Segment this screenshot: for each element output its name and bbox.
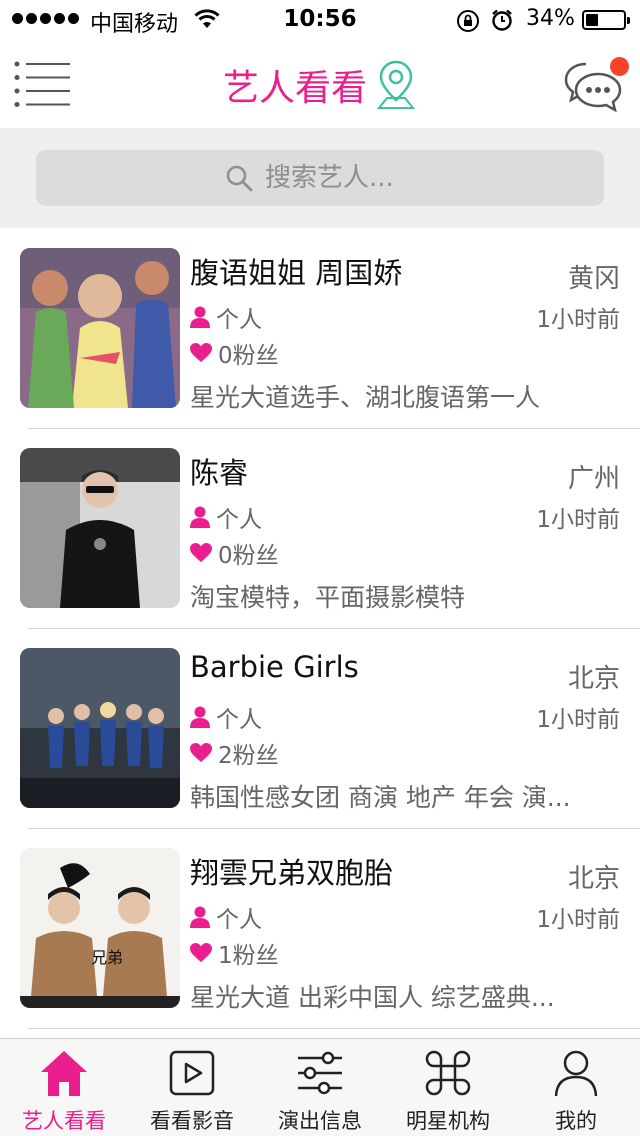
artist-type-label: 个人 (216, 707, 262, 733)
artist-description: 星光大道 出彩中国人 综艺盛典... (190, 983, 555, 1012)
artist-city: 黄冈 (567, 264, 620, 294)
tab-artists[interactable]: 艺人看看 (0, 1039, 128, 1136)
artist-type-label: 个人 (216, 507, 262, 533)
battery-icon (582, 10, 630, 30)
artist-fans-count: 0粉丝 (218, 543, 279, 569)
artist-type-label: 个人 (216, 307, 262, 333)
navigation-bar: 艺人看看 (0, 40, 640, 128)
artist-updated-time: 1小时前 (536, 507, 620, 533)
artist-list-item[interactable]: 腹语姐姐 周国娇 黄冈 个人 1小时前 0粉丝 星光大道选手、湖北腹语第一人 (0, 228, 640, 429)
artist-type: 个人 (190, 500, 262, 534)
artist-type: 个人 (190, 700, 262, 734)
tab-agencies[interactable]: 明星机构 (384, 1039, 512, 1136)
artist-name: Barbie Girls (190, 650, 359, 684)
person-icon (190, 906, 210, 928)
command-icon (425, 1050, 471, 1096)
heart-icon (190, 743, 212, 762)
play-icon (169, 1050, 215, 1096)
person-icon (190, 306, 210, 328)
artist-city: 广州 (567, 464, 620, 494)
tab-media[interactable]: 看看影音 (128, 1039, 256, 1136)
artist-thumbnail: 兄弟 (20, 848, 180, 1008)
heart-icon (190, 943, 212, 962)
artist-name: 陈睿 (190, 456, 249, 490)
user-icon (554, 1050, 598, 1097)
artist-name: 腹语姐姐 周国娇 (190, 256, 403, 290)
artist-fans: 0粉丝 (190, 536, 279, 570)
tab-label: 看看影音 (150, 1109, 234, 1133)
artist-thumbnail (20, 648, 180, 808)
home-icon (41, 1051, 87, 1096)
divider (28, 1028, 640, 1029)
person-icon (190, 506, 210, 528)
page-title: 艺人看看 (222, 68, 367, 109)
search-bar[interactable] (36, 150, 604, 206)
alarm-clock-icon (492, 9, 512, 31)
notification-badge (610, 57, 629, 76)
artist-type: 个人 (190, 300, 262, 334)
person-icon (190, 706, 210, 728)
artist-thumbnail (20, 248, 180, 408)
artist-fans-count: 0粉丝 (218, 343, 279, 369)
search-area (0, 128, 640, 228)
tab-bar: 艺人看看 看看影音 演出信息 明星机构 我的 (0, 1038, 640, 1136)
tab-profile[interactable]: 我的 (512, 1039, 640, 1136)
artist-list-item[interactable]: Barbie Girls 北京 个人 1小时前 2粉丝 韩国性感女团 商演 地产… (0, 628, 640, 829)
artist-list-item[interactable]: 陈睿 广州 个人 1小时前 0粉丝 淘宝模特，平面摄影模特 (0, 428, 640, 629)
artist-updated-time: 1小时前 (536, 307, 620, 333)
artist-type: 个人 (190, 900, 262, 934)
artist-fans: 0粉丝 (190, 336, 279, 370)
sliders-icon (298, 1051, 342, 1095)
artist-description: 星光大道选手、湖北腹语第一人 (190, 383, 541, 412)
artist-fans-count: 2粉丝 (218, 743, 279, 769)
nav-title-group: 艺人看看 (0, 58, 640, 112)
artist-description: 淘宝模特，平面摄影模特 (190, 583, 466, 612)
artist-fans-count: 1粉丝 (218, 943, 279, 969)
search-input[interactable] (265, 163, 415, 193)
heart-icon (190, 543, 212, 562)
artist-list-item[interactable]: 兄弟 翔雲兄弟双胞胎 北京 个人 1小时前 1粉丝 星光大道 出彩中国人 综艺盛… (0, 828, 640, 1029)
artist-list: 腹语姐姐 周国娇 黄冈 个人 1小时前 0粉丝 星光大道选手、湖北腹语第一人 陈… (0, 228, 640, 1029)
thumbnail-caption: 兄弟 (91, 948, 124, 967)
location-pin-icon[interactable] (375, 58, 417, 112)
rotation-lock-icon (457, 10, 479, 32)
tab-label: 明星机构 (406, 1109, 490, 1133)
tab-shows[interactable]: 演出信息 (256, 1039, 384, 1136)
heart-icon (190, 343, 212, 362)
tab-label: 演出信息 (278, 1109, 362, 1133)
artist-city: 北京 (567, 664, 620, 694)
status-bar: 中国移动 10:56 34% (0, 0, 640, 40)
artist-description: 韩国性感女团 商演 地产 年会 演... (190, 783, 571, 812)
search-icon (226, 165, 253, 192)
artist-thumbnail (20, 448, 180, 608)
artist-type-label: 个人 (216, 907, 262, 933)
artist-city: 北京 (567, 864, 620, 894)
artist-fans: 1粉丝 (190, 936, 279, 970)
battery-percent: 34% (526, 6, 575, 31)
artist-fans: 2粉丝 (190, 736, 279, 770)
artist-name: 翔雲兄弟双胞胎 (190, 856, 394, 890)
tab-label: 艺人看看 (22, 1109, 106, 1133)
tab-label: 我的 (555, 1109, 597, 1133)
artist-updated-time: 1小时前 (536, 907, 620, 933)
artist-updated-time: 1小时前 (536, 707, 620, 733)
